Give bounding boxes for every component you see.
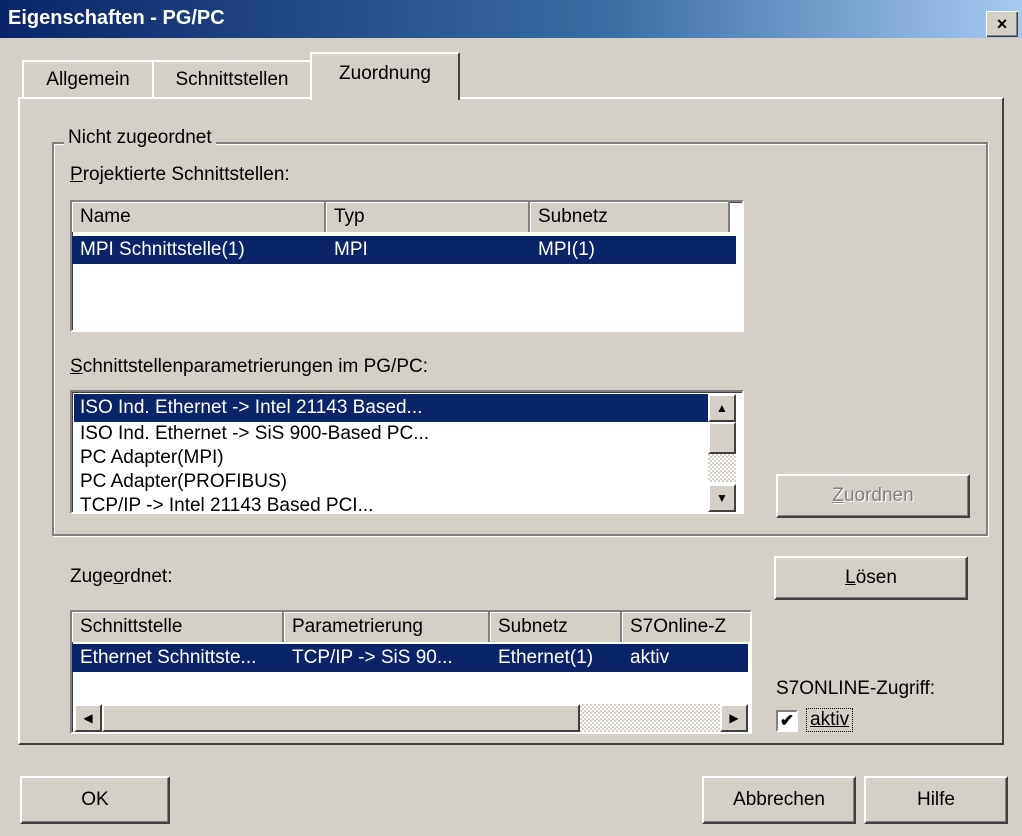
arrow-right-icon: ▶ <box>729 711 739 725</box>
ok-button[interactable]: OK <box>20 776 170 824</box>
column-header-subnetz[interactable]: Subnetz <box>530 202 730 232</box>
tab-label: Zuordnung <box>339 63 431 84</box>
cell-schnittstelle: Ethernet Schnittste... <box>80 647 257 668</box>
s7online-checkbox[interactable]: ✔ <box>776 710 798 732</box>
column-header-name[interactable]: Name <box>72 202 326 232</box>
horizontal-scroll-thumb[interactable] <box>102 704 580 732</box>
s7online-checkbox-label[interactable]: aktiv <box>806 708 854 732</box>
arrow-down-icon: ▼ <box>716 491 728 505</box>
cell-typ: MPI <box>334 239 368 260</box>
table-row[interactable]: Ethernet Schnittste... TCP/IP -> SiS 90.… <box>72 644 748 672</box>
cell-s7online: aktiv <box>630 647 670 668</box>
cell-subnetz: MPI(1) <box>538 239 595 260</box>
cell-parametrierung: TCP/IP -> SiS 90... <box>292 647 453 668</box>
tab-schnittstellen[interactable]: Schnittstellen <box>152 60 312 98</box>
active-tab-joiner <box>312 96 458 100</box>
list-item[interactable]: ISO Ind. Ethernet -> Intel 21143 Based..… <box>74 394 710 422</box>
arrow-left-icon: ◀ <box>83 711 93 725</box>
column-header-schnittstelle[interactable]: Schnittstelle <box>72 612 284 642</box>
table-row[interactable]: MPI Schnittstelle(1) MPI MPI(1) <box>72 236 736 264</box>
column-header-s7online[interactable]: S7Online-Z <box>622 612 750 642</box>
cancel-button[interactable]: Abbrechen <box>702 776 856 824</box>
tab-zuordnung[interactable]: Zuordnung <box>310 52 460 100</box>
cell-name: MPI Schnittstelle(1) <box>80 239 245 260</box>
cell-subnetz: Ethernet(1) <box>498 647 594 668</box>
vertical-scroll-thumb[interactable] <box>708 422 736 454</box>
configured-interfaces-label: Projektierte Schnittstellen: <box>70 164 290 185</box>
interface-params-list[interactable]: ISO Ind. Ethernet -> Intel 21143 Based..… <box>70 390 744 514</box>
assigned-label: Zugeordnet: <box>70 566 173 587</box>
column-header-typ[interactable]: Typ <box>326 202 530 232</box>
assigned-table[interactable]: Schnittstelle Parametrierung Subnetz S7O… <box>70 610 752 734</box>
column-header-subnetz[interactable]: Subnetz <box>490 612 622 642</box>
tab-label: Allgemein <box>46 69 130 90</box>
column-header-parametrierung[interactable]: Parametrierung <box>284 612 490 642</box>
interface-params-label: Schnittstellenparametrierungen im PG/PC: <box>70 356 429 377</box>
scroll-right-button[interactable]: ▶ <box>720 704 748 732</box>
assign-button[interactable]: Zuordnen <box>776 474 970 518</box>
tab-label: Schnittstellen <box>175 69 289 90</box>
scroll-up-button[interactable]: ▲ <box>708 394 736 422</box>
tab-allgemein[interactable]: Allgemein <box>22 60 154 98</box>
help-button[interactable]: Hilfe <box>864 776 1008 824</box>
window-title: Eigenschaften - PG/PC <box>8 7 225 29</box>
close-button[interactable]: × <box>986 11 1018 37</box>
scroll-left-button[interactable]: ◀ <box>74 704 102 732</box>
scroll-down-button[interactable]: ▼ <box>708 484 736 512</box>
release-button[interactable]: Lösen <box>774 556 968 600</box>
close-icon: × <box>996 14 1008 34</box>
not-assigned-group-label: Nicht zugeordnet <box>64 127 216 149</box>
list-item[interactable]: TCP/IP -> Intel 21143 Based PCI... <box>74 492 710 512</box>
arrow-up-icon: ▲ <box>716 401 728 415</box>
configured-interfaces-table[interactable]: Name Typ Subnetz MPI Schnittstelle(1) MP… <box>70 200 744 332</box>
s7online-access-label: S7ONLINE-Zugriff: <box>776 678 936 699</box>
checkmark-icon: ✔ <box>779 711 795 730</box>
